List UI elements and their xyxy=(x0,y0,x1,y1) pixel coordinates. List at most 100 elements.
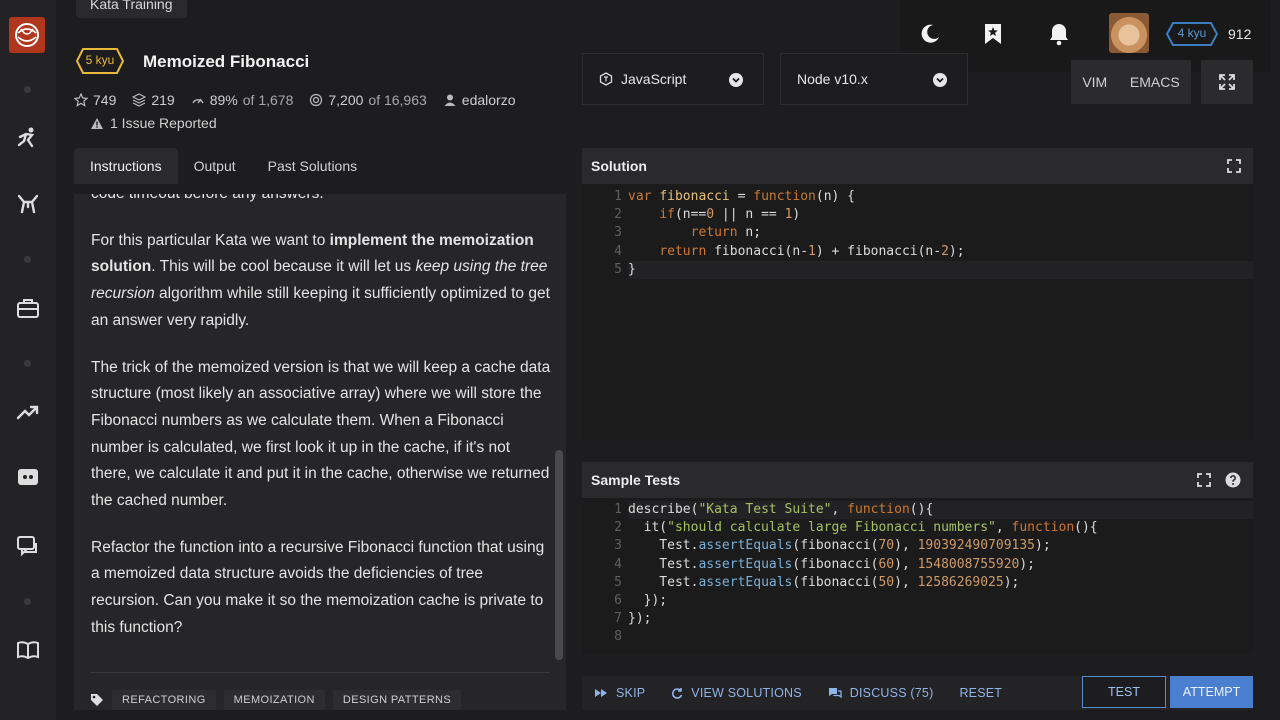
rank-badge: 4 kyu xyxy=(1165,22,1219,46)
attempt-button[interactable]: ATTEMPT xyxy=(1170,676,1253,708)
completed-total: of 16,963 xyxy=(368,92,427,108)
sample-tests-title: Sample Tests xyxy=(591,472,681,488)
kyu-label: 5 kyu xyxy=(85,53,115,67)
solution-code: var fibonacci = function(n) { if(n==0 ||… xyxy=(628,188,1253,279)
code-line: it("should calculate large Fibonacci num… xyxy=(628,520,1098,536)
reset-button[interactable]: RESET xyxy=(959,686,1002,700)
line-number: 5 xyxy=(614,261,622,277)
paragraph-trick: The trick of the memoized version is tha… xyxy=(91,358,551,510)
solution-editor[interactable]: 1 2 3 4 5 var fibonacci = function(n) { … xyxy=(582,184,1253,440)
help-icon[interactable] xyxy=(1225,472,1241,488)
p1-text-c: algorithm while still keeping it suffici… xyxy=(91,285,550,329)
discord-icon[interactable] xyxy=(14,464,42,492)
code-line: Test.assertEquals(fibonacci(70), 1903924… xyxy=(628,538,1051,554)
dark-mode-icon[interactable] xyxy=(916,20,944,48)
view-solutions-button[interactable]: VIEW SOLUTIONS xyxy=(671,686,802,700)
runtime-value: Node v10.x xyxy=(797,71,868,87)
language-select[interactable]: JavaScript xyxy=(582,53,764,105)
tab-instructions[interactable]: Instructions xyxy=(74,148,178,184)
nav-dot xyxy=(24,360,31,367)
discuss-label: DISCUSS (75) xyxy=(849,686,934,700)
line-number: 4 xyxy=(614,556,622,572)
comments-icon xyxy=(828,688,842,699)
tab-output[interactable]: Output xyxy=(178,148,252,184)
tags-list: REFACTORING MEMOIZATION DESIGN PATTERNS xyxy=(90,690,462,710)
code-line: if(n==0 || n == 1) xyxy=(659,207,801,223)
line-number: 4 xyxy=(614,243,622,259)
test-button[interactable]: TEST xyxy=(1082,676,1166,708)
trending-icon[interactable] xyxy=(14,398,42,426)
chat-icon[interactable] xyxy=(14,532,42,560)
satisfaction-pct: 89% xyxy=(209,92,238,108)
vim-mode-button[interactable]: VIM xyxy=(1082,74,1107,90)
expand-icon[interactable] xyxy=(1197,473,1211,487)
issues-label: 1 Issue Reported xyxy=(110,115,217,131)
code-line: } xyxy=(628,260,1253,279)
solution-gutter: 1 2 3 4 5 xyxy=(582,188,622,279)
language-value: JavaScript xyxy=(621,71,687,87)
tag-design-patterns[interactable]: DESIGN PATTERNS xyxy=(332,690,462,710)
javascript-icon xyxy=(599,72,613,86)
tag-memoization[interactable]: MEMOIZATION xyxy=(223,690,325,710)
line-number: 8 xyxy=(614,629,622,645)
skip-button[interactable]: SKIP xyxy=(594,686,645,700)
briefcase-icon[interactable] xyxy=(14,294,42,322)
line-number: 3 xyxy=(614,538,622,554)
stars-stat[interactable]: 749 xyxy=(74,92,116,108)
code-line: Test.assertEquals(fibonacci(60), 1548008… xyxy=(628,556,1036,572)
line-number: 2 xyxy=(614,207,622,223)
bookmark-icon[interactable] xyxy=(979,20,1007,48)
instructions-scrollbar[interactable] xyxy=(555,450,563,660)
code-line: var fibonacci = function(n) { xyxy=(628,189,856,204)
gauge-icon xyxy=(192,98,204,104)
line-number: 6 xyxy=(614,592,622,608)
fullscreen-button[interactable] xyxy=(1201,60,1253,104)
satisfaction-stat: 89% of 1,678 xyxy=(191,92,294,108)
description-tabs: Instructions Output Past Solutions xyxy=(74,148,373,184)
stars-count: 749 xyxy=(93,92,117,108)
expand-icon[interactable] xyxy=(1227,159,1241,173)
completed-stat: 7,200 of 16,963 xyxy=(309,92,427,108)
paragraph-memoization: For this particular Kata we want to impl… xyxy=(91,228,551,335)
line-number: 7 xyxy=(614,611,622,627)
user-avatar[interactable] xyxy=(1109,13,1149,53)
docs-icon[interactable] xyxy=(14,636,42,664)
chevron-down-icon xyxy=(729,73,743,87)
nav-dot xyxy=(24,598,31,605)
author-stat[interactable]: edalorzo xyxy=(443,92,516,108)
fast-forward-icon xyxy=(595,689,607,697)
user-icon xyxy=(444,94,456,106)
divider xyxy=(90,672,550,673)
line-number: 3 xyxy=(614,225,622,241)
chevron-down-icon xyxy=(933,73,947,87)
collections-stat[interactable]: 219 xyxy=(132,92,175,108)
practice-icon[interactable] xyxy=(14,190,42,218)
code-line: }); xyxy=(628,611,652,627)
kata-stats: 749 219 89% of 1,678 7,200 of 16,963 eda… xyxy=(74,92,516,108)
satisfaction-votes: of 1,678 xyxy=(242,92,294,108)
expand-icon xyxy=(1219,74,1235,90)
issues-reported[interactable]: 1 Issue Reported xyxy=(90,115,217,131)
sample-tests-header: Sample Tests xyxy=(582,462,1253,498)
line-number: 5 xyxy=(614,574,622,590)
tag-refactoring[interactable]: REFACTORING xyxy=(112,690,216,710)
code-line: return n; xyxy=(690,225,762,241)
tests-code: describe("Kata Test Suite", function(){ … xyxy=(628,501,1253,647)
codewars-logo[interactable] xyxy=(9,17,45,53)
discuss-button[interactable]: DISCUSS (75) xyxy=(828,686,934,700)
rank-label: 4 kyu xyxy=(1177,26,1207,40)
skip-label: SKIP xyxy=(616,686,646,700)
star-icon xyxy=(74,93,88,107)
runtime-select[interactable]: Node v10.x xyxy=(780,53,968,105)
kata-title: Memoized Fibonacci xyxy=(143,52,310,71)
emacs-mode-button[interactable]: EMACS xyxy=(1130,74,1180,90)
sample-tests-editor[interactable]: 1 2 3 4 5 6 7 8 describe("Kata Test Suit… xyxy=(582,498,1253,654)
p1-text-b: . This will be cool because it will let … xyxy=(151,258,416,276)
paragraph-refactor: Refactor the function into a recursive F… xyxy=(91,538,545,636)
kata-training-label: Kata Training xyxy=(76,0,187,18)
code-line: return fibonacci(n-1) + fibonacci(n-2); xyxy=(659,243,965,259)
tab-past-solutions[interactable]: Past Solutions xyxy=(252,148,374,184)
notifications-bell-icon[interactable] xyxy=(1045,20,1073,48)
training-icon[interactable] xyxy=(14,124,42,152)
